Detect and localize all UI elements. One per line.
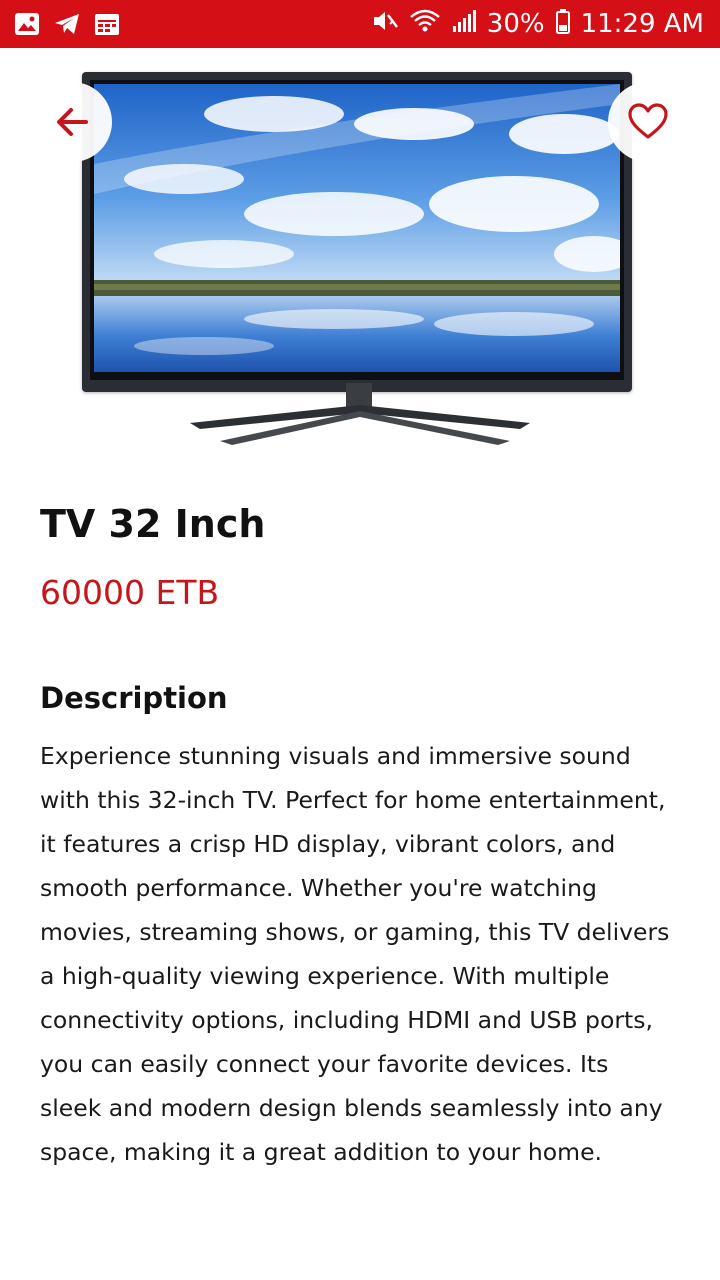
product-title: TV 32 Inch bbox=[40, 502, 266, 546]
notification-icons bbox=[14, 12, 120, 40]
product-image bbox=[82, 72, 632, 392]
battery-icon bbox=[555, 8, 571, 41]
clock: 11:29 AM bbox=[580, 9, 704, 39]
gallery-icon bbox=[14, 12, 40, 40]
telegram-icon bbox=[54, 12, 80, 40]
mute-icon bbox=[371, 8, 399, 41]
product-price: 60000 ETB bbox=[40, 573, 220, 612]
status-bar: 30% 11:29 AM bbox=[0, 0, 720, 48]
description-text: Experience stunning visuals and immersiv… bbox=[40, 742, 670, 1166]
signal-icon bbox=[451, 8, 477, 41]
description-heading: Description bbox=[40, 681, 228, 715]
system-status: 30% 11:29 AM bbox=[371, 8, 704, 40]
arrow-left-icon bbox=[57, 108, 88, 136]
wifi-icon bbox=[409, 8, 441, 41]
favorite-button[interactable] bbox=[608, 82, 688, 162]
product-details: TV 32 Inch 60000 ETB Description Experie… bbox=[40, 496, 680, 1174]
battery-percent: 30% bbox=[486, 9, 545, 39]
product-image-area bbox=[0, 48, 720, 468]
tv-stand bbox=[190, 383, 530, 445]
calendar-icon bbox=[94, 12, 120, 40]
heart-outline-icon bbox=[628, 103, 668, 139]
back-button[interactable] bbox=[32, 82, 112, 162]
